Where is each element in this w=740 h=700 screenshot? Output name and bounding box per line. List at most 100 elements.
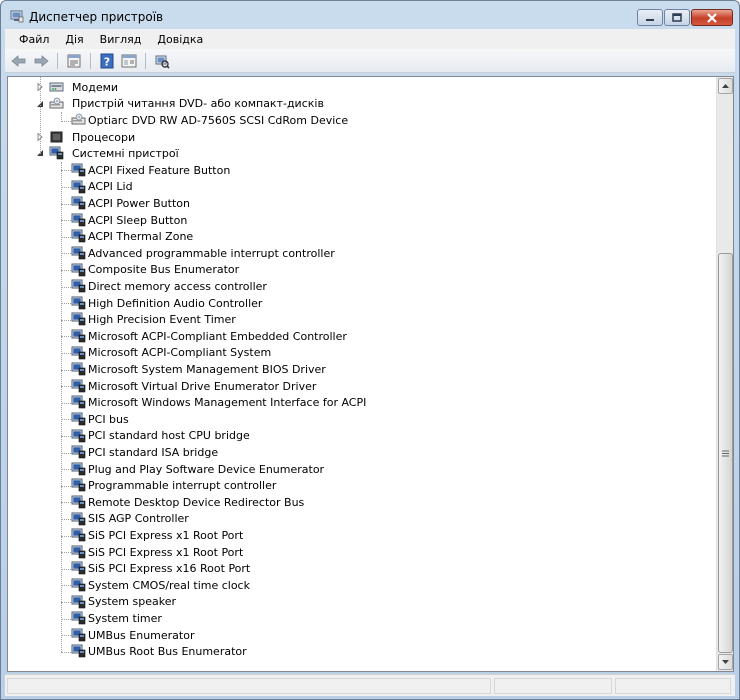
- device-item[interactable]: Remote Desktop Device Redirector Bus: [8, 494, 708, 511]
- device-item[interactable]: ACPI Sleep Button: [8, 212, 708, 229]
- scroll-thumb[interactable]: [718, 253, 733, 653]
- device-item[interactable]: ACPI Fixed Feature Button: [8, 162, 708, 179]
- device-item[interactable]: PCI bus: [8, 411, 708, 428]
- device-item[interactable]: Composite Bus Enumerator: [8, 262, 708, 279]
- device-item[interactable]: Microsoft Windows Management Interface f…: [8, 394, 708, 411]
- menu-view[interactable]: Вигляд: [92, 33, 150, 46]
- menu-action[interactable]: Дія: [57, 33, 91, 46]
- device-label: Direct memory access controller: [88, 279, 267, 293]
- view-button[interactable]: [119, 52, 139, 70]
- system-device-icon: [71, 445, 86, 459]
- device-item[interactable]: Microsoft ACPI-Compliant Embedded Contro…: [8, 328, 708, 345]
- system-device-icon: [71, 263, 86, 277]
- device-item[interactable]: Microsoft System Management BIOS Driver: [8, 361, 708, 378]
- device-item[interactable]: ACPI Lid: [8, 179, 708, 196]
- device-label: Microsoft ACPI-Compliant Embedded Contro…: [88, 329, 347, 343]
- device-item[interactable]: PCI standard host CPU bridge: [8, 428, 708, 445]
- category-processors[interactable]: Процесори: [8, 129, 708, 146]
- category-modems[interactable]: Модеми: [8, 79, 708, 96]
- vertical-scrollbar[interactable]: [716, 77, 733, 671]
- maximize-icon: [672, 13, 682, 22]
- tree-line: [61, 162, 62, 652]
- forward-button[interactable]: [31, 52, 51, 70]
- toolbar-separator: [57, 52, 58, 69]
- device-item[interactable]: ACPI Thermal Zone: [8, 228, 708, 245]
- device-item[interactable]: System speaker: [8, 594, 708, 611]
- device-item[interactable]: SiS PCI Express x16 Root Port: [8, 560, 708, 577]
- device-item[interactable]: UMBus Root Bus Enumerator: [8, 643, 708, 660]
- device-item[interactable]: SiS PCI Express x1 Root Port: [8, 544, 708, 561]
- system-device-icon: [71, 545, 86, 559]
- system-device-icon: [71, 362, 86, 376]
- device-manager-icon: [10, 10, 24, 23]
- arrow-up-icon: [722, 84, 729, 88]
- window-controls: [637, 9, 733, 26]
- scan-hardware-icon: [155, 55, 170, 69]
- device-label: ACPI Power Button: [88, 196, 190, 210]
- system-category-icon: [49, 146, 64, 160]
- close-button[interactable]: [691, 9, 733, 26]
- system-device-icon: [71, 279, 86, 293]
- device-item[interactable]: Advanced programmable interrupt controll…: [8, 245, 708, 262]
- dvd-category-icon: [49, 97, 64, 111]
- device-label: Composite Bus Enumerator: [88, 263, 240, 277]
- category-label: Системні пристрої: [72, 147, 179, 161]
- status-pane-tertiary: [615, 678, 731, 694]
- system-device-icon: [71, 246, 86, 260]
- system-device-icon: [71, 296, 86, 310]
- device-label: High Precision Event Timer: [88, 313, 236, 327]
- device-label: Microsoft Windows Management Interface f…: [88, 396, 367, 410]
- properties-button[interactable]: [64, 52, 84, 70]
- system-device-icon: [71, 329, 86, 343]
- system-device-icon: [71, 611, 86, 625]
- device-item[interactable]: PCI standard ISA bridge: [8, 444, 708, 461]
- device-label: UMBus Enumerator: [88, 628, 195, 642]
- device-item[interactable]: Optiarc DVD RW AD-7560S SCSI CdRom Devic…: [8, 112, 708, 129]
- device-tree-panel: Модеми Пристрій читання DVD- або компакт-…: [7, 76, 734, 672]
- device-item[interactable]: System timer: [8, 610, 708, 627]
- system-device-icon: [71, 379, 86, 393]
- device-item[interactable]: ACPI Power Button: [8, 195, 708, 212]
- close-icon: [707, 12, 717, 23]
- scroll-down-button[interactable]: [718, 654, 733, 670]
- device-item[interactable]: Plug and Play Software Device Enumerator: [8, 461, 708, 478]
- system-device-icon: [71, 561, 86, 575]
- modem-category-icon: [49, 80, 64, 94]
- device-label: System timer: [88, 611, 162, 625]
- device-label: Microsoft System Management BIOS Driver: [88, 362, 326, 376]
- help-button[interactable]: ?: [97, 52, 117, 70]
- device-label: High Definition Audio Controller: [88, 296, 263, 310]
- device-item[interactable]: System CMOS/real time clock: [8, 577, 708, 594]
- category-system-devices[interactable]: Системні пристрої: [8, 145, 708, 162]
- device-item[interactable]: Microsoft Virtual Drive Enumerator Drive…: [8, 378, 708, 395]
- system-device-icon: [71, 495, 86, 509]
- device-item[interactable]: High Precision Event Timer: [8, 311, 708, 328]
- menu-file[interactable]: Файл: [11, 33, 57, 46]
- scan-hardware-button[interactable]: [152, 52, 172, 70]
- system-device-icon: [71, 578, 86, 592]
- device-item[interactable]: Direct memory access controller: [8, 278, 708, 295]
- device-item[interactable]: UMBus Enumerator: [8, 627, 708, 644]
- system-device-icon: [71, 528, 86, 542]
- title-bar[interactable]: Диспетчер пристроїв: [1, 1, 739, 31]
- window-title: Диспетчер пристроїв: [29, 10, 164, 24]
- menu-help[interactable]: Довідка: [149, 33, 211, 46]
- device-item[interactable]: Microsoft ACPI-Compliant System: [8, 345, 708, 362]
- maximize-button[interactable]: [664, 9, 690, 26]
- status-pane-main: [7, 678, 491, 694]
- device-label: Programmable interrupt controller: [88, 479, 277, 493]
- scroll-up-button[interactable]: [718, 78, 733, 94]
- device-item[interactable]: High Definition Audio Controller: [8, 295, 708, 312]
- device-item[interactable]: SIS AGP Controller: [8, 511, 708, 528]
- minimize-button[interactable]: [637, 9, 663, 26]
- device-label: PCI standard ISA bridge: [88, 445, 219, 459]
- device-item[interactable]: Programmable interrupt controller: [8, 477, 708, 494]
- back-button[interactable]: [9, 52, 29, 70]
- system-device-icon: [71, 229, 86, 243]
- category-dvd-drives[interactable]: Пристрій читання DVD- або компакт-дисків: [8, 96, 708, 113]
- device-label: Advanced programmable interrupt controll…: [88, 246, 335, 260]
- arrow-down-icon: [722, 660, 729, 664]
- system-device-icon: [71, 595, 86, 609]
- system-device-icon: [71, 644, 86, 658]
- device-item[interactable]: SiS PCI Express x1 Root Port: [8, 527, 708, 544]
